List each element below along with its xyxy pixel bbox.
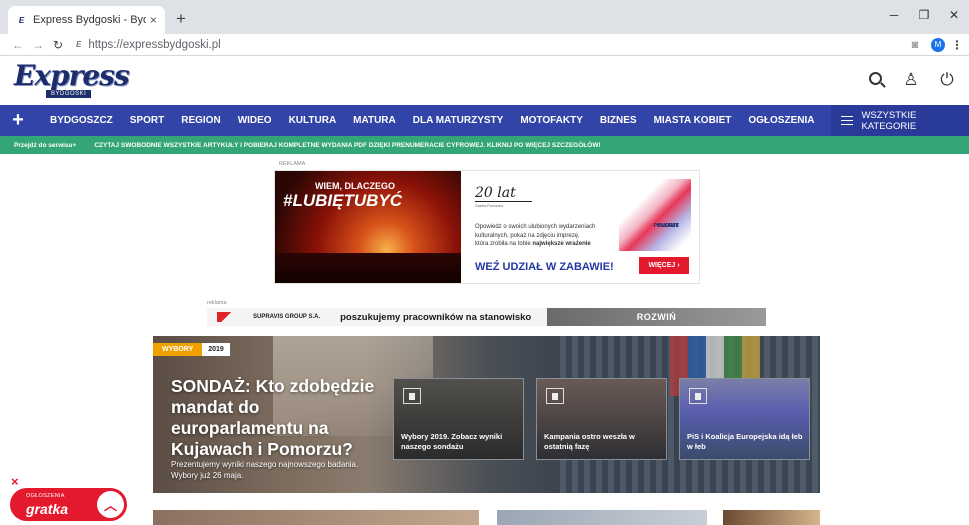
close-window-icon[interactable]: ✕ — [939, 0, 969, 30]
nav-item-motofakty[interactable]: MOTOFAKTY — [520, 115, 583, 126]
ogloszenia-close-icon[interactable]: × — [11, 474, 19, 489]
header-actions: ♙ ⏻ — [867, 70, 955, 90]
profile-avatar[interactable]: M — [931, 37, 945, 52]
gratka-logo: gratka — [26, 501, 69, 517]
article-icon — [546, 388, 564, 404]
chevron-up-icon[interactable]: ︿ — [97, 491, 124, 518]
nav-item-dla-maturzysty[interactable]: DLA MATURZYSTY — [413, 115, 504, 126]
article-thumbnail[interactable] — [723, 510, 820, 525]
ogloszenia-widget[interactable]: OGŁOSZENIA gratka ︿ — [10, 488, 127, 521]
ad-call-to-action: WEŹ UDZIAŁ W ZABAWIE! — [475, 261, 614, 273]
article-thumbnail[interactable] — [153, 510, 479, 525]
related-articles: Wybory 2019. Zobacz wyniki naszego sonda… — [393, 378, 810, 460]
ad-more-button[interactable]: WIĘCEJ › — [639, 257, 689, 274]
nav-item-wideo[interactable]: WIDEO — [238, 115, 272, 126]
all-categories-label: WSZYSTKIE KATEGORIE — [861, 109, 917, 132]
address-bar-row: ← → ↻ E https://expressbydgoski.pl ◙ M ⋮ — [0, 34, 969, 56]
maximize-icon[interactable]: ❐ — [909, 0, 939, 30]
site-header: Express BYDGOSKI ♙ ⏻ — [0, 56, 969, 105]
article-thumbnail[interactable] — [497, 510, 707, 525]
nav-item-sport[interactable]: SPORT — [130, 115, 164, 126]
ad-copy-text: Opowiedz o swoich ulubionych wydarzeniac… — [475, 224, 596, 247]
nav-item-biznes[interactable]: BIZNES — [600, 115, 637, 126]
hero-lead: Prezentujemy wyniki naszego najnowszego … — [171, 460, 359, 480]
related-article-card[interactable]: Kampania ostro weszła w ostatnią fazę — [536, 378, 667, 460]
ad2-label: reklama — [207, 300, 227, 306]
main-navigation: + BYDGOSZCZ SPORT REGION WIDEO KULTURA M… — [0, 105, 969, 136]
reload-icon[interactable]: ↻ — [48, 38, 68, 52]
plus-icon[interactable]: + — [0, 105, 36, 136]
nav-item-bydgoszcz[interactable]: BYDGOSZCZ — [50, 115, 113, 126]
advertisement-banner[interactable]: WIEM, DLACZEGO #LUBIĘTUBYĆ 20 lat Gazeta… — [274, 170, 700, 284]
site-info-icon[interactable]: E — [76, 40, 81, 49]
related-article-card[interactable]: PiS i Koalicja Europejska idą łeb w łeb — [679, 378, 810, 460]
expand-button[interactable]: ROZWIŃ — [547, 308, 766, 326]
ad-content: 20 lat Gazeta Pomorska KUJAWY POMORZE Opo… — [461, 171, 699, 283]
camera-icon[interactable]: ◙ — [905, 39, 925, 51]
forward-arrow-icon[interactable]: → — [28, 38, 48, 52]
search-icon[interactable] — [867, 70, 883, 90]
minimize-icon[interactable]: ─ — [879, 0, 909, 30]
tab-title: Express Bydgoski - Bydgoszcz, K — [33, 14, 146, 26]
browser-tab[interactable]: E Express Bydgoski - Bydgoszcz, K × — [8, 6, 165, 34]
job-ad-strip[interactable]: SUPRAVIS GROUP S.A. poszukujemy pracowni… — [207, 308, 766, 326]
ad-years-label: 20 lat — [475, 185, 532, 202]
ad2-message: poszukujemy pracowników na stanowisko — [340, 311, 532, 323]
browser-tab-bar: E Express Bydgoski - Bydgoszcz, K × + ─ … — [0, 0, 969, 34]
go-to-service-link[interactable]: Przejdź do serwisu+ — [14, 142, 76, 149]
nav-item-region[interactable]: REGION — [181, 115, 220, 126]
article-icon — [403, 388, 421, 404]
nav-item-miasta-kobiet[interactable]: MIASTA KOBIET — [654, 115, 732, 126]
hamburger-icon — [841, 113, 854, 128]
subscription-bar: Przejdź do serwisu+ CZYTAJ SWOBODNIE WSZ… — [0, 136, 969, 154]
hero-title[interactable]: SONDAŻ: Kto zdobędzie mandat do europarl… — [171, 376, 381, 460]
nav-item-kultura[interactable]: KULTURA — [289, 115, 337, 126]
related-article-card[interactable]: Wybory 2019. Zobacz wyniki naszego sonda… — [393, 378, 524, 460]
tab-close-icon[interactable]: × — [150, 13, 157, 27]
supravis-logo-icon — [217, 312, 235, 322]
ad-concert-image: WIEM, DLACZEGO #LUBIĘTUBYĆ — [275, 171, 461, 283]
nav-item-matura[interactable]: MATURA — [353, 115, 396, 126]
article-icon — [689, 388, 707, 404]
all-categories-button[interactable]: WSZYSTKIE KATEGORIE — [831, 105, 969, 136]
site-logo[interactable]: Express BYDGOSKI — [14, 62, 130, 98]
user-icon[interactable]: ♙ — [903, 70, 919, 90]
nav-item-ogloszenia[interactable]: OGŁOSZENIA — [748, 115, 814, 126]
menu-kebab-icon[interactable]: ⋮ — [951, 38, 963, 52]
power-icon[interactable]: ⏻ — [939, 70, 955, 90]
ad-label: REKLAMA — [279, 161, 306, 167]
address-bar[interactable]: E https://expressbydgoski.pl — [76, 35, 905, 55]
url-text: https://expressbydgoski.pl — [88, 38, 221, 51]
subscription-promo-link[interactable]: CZYTAJ SWOBODNIE WSZYSTKIE ARTYKUŁY I PO… — [94, 142, 600, 149]
window-controls: ─ ❐ ✕ — [879, 0, 969, 30]
site-favicon-icon: E — [18, 15, 25, 25]
ad2-company: SUPRAVIS GROUP S.A. — [253, 314, 321, 320]
hero-tag[interactable]: WYBORY 2019 — [153, 343, 230, 356]
back-arrow-icon[interactable]: ← — [8, 38, 28, 52]
hero-article[interactable]: WYBORY 2019 SONDAŻ: Kto zdobędzie mandat… — [153, 336, 820, 493]
new-tab-button[interactable]: + — [171, 9, 191, 29]
